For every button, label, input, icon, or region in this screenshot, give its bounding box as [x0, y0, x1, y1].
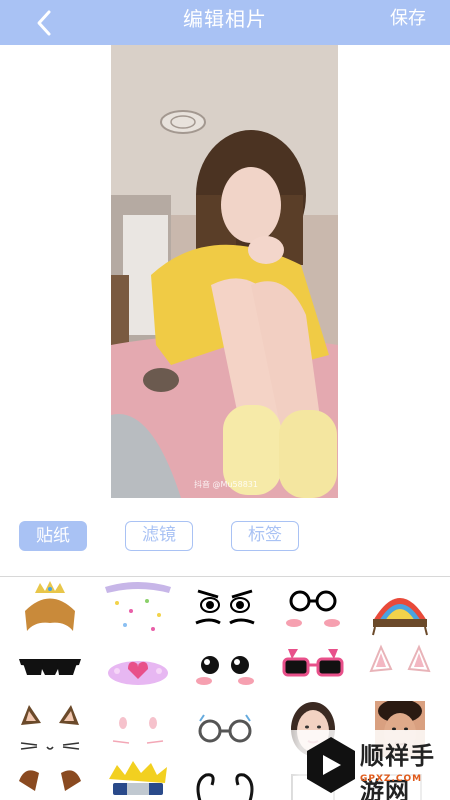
photo-watermark: 抖音 @Mu58831 — [194, 480, 258, 489]
sticker-grid: 顺祥手游网 GPXZ.COM — [0, 577, 450, 800]
photo-preview[interactable]: 抖音 @Mu58831 — [111, 45, 338, 498]
sticker-cute-eyes-blush[interactable] — [190, 641, 260, 697]
tab-filters[interactable]: 滤镜 — [125, 521, 193, 551]
sticker-bunny-glasses[interactable] — [278, 641, 348, 697]
sticker-puppy-ears[interactable] — [15, 761, 85, 800]
brand-url: GPXZ.COM — [360, 774, 423, 784]
sticker-naruto-headband[interactable] — [103, 761, 173, 800]
edit-tabs: 贴纸 滤镜 标签 — [0, 521, 450, 553]
page-title: 编辑相片 — [183, 7, 267, 31]
sticker-fox-ears[interactable] — [365, 641, 435, 697]
tab-stickers[interactable]: 贴纸 — [19, 521, 87, 551]
sticker-cat-ears[interactable] — [15, 701, 85, 757]
brand-watermark: 顺祥手游网 GPXZ.COM — [250, 730, 450, 800]
brand-logo-icon — [307, 737, 355, 793]
sticker-crown-wig[interactable] — [15, 581, 85, 637]
sticker-angry-eyes[interactable] — [190, 581, 260, 637]
sticker-cat-whiskers[interactable] — [103, 701, 173, 757]
brand-name: 顺祥手游网 — [360, 742, 435, 800]
sticker-sunglasses[interactable] — [15, 641, 85, 697]
tab-labels[interactable]: 标签 — [231, 521, 299, 551]
save-button[interactable]: 保存 — [390, 0, 426, 45]
photo-image — [111, 45, 338, 498]
sticker-glasses-blush[interactable] — [278, 581, 348, 637]
sticker-feather-headdress[interactable] — [365, 581, 435, 637]
sticker-pink-heart-crown[interactable] — [103, 641, 173, 697]
top-bar: 编辑相片 保存 — [0, 0, 450, 45]
sticker-fairy-lights[interactable] — [103, 581, 173, 637]
